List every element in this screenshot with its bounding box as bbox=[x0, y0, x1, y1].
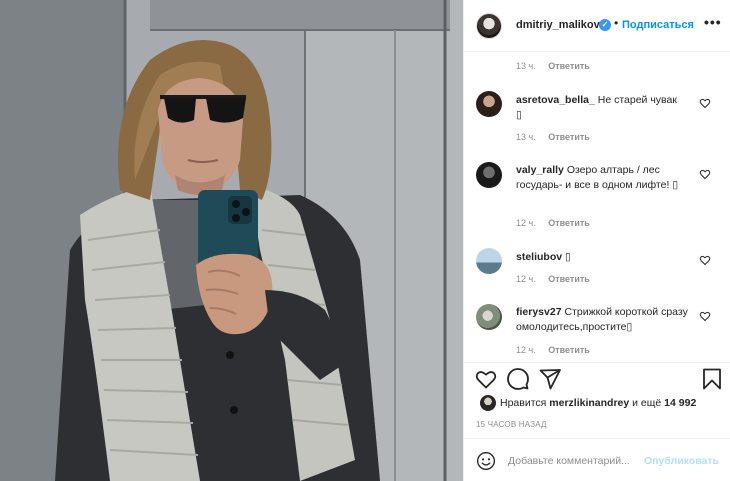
comment-time: 12 ч. bbox=[516, 218, 536, 228]
share-icon[interactable] bbox=[538, 367, 562, 391]
commenter-username[interactable]: asretova_bella_ bbox=[516, 94, 595, 106]
comment-meta: 12 ч. Ответить bbox=[516, 345, 590, 355]
comment-time: 12 ч. bbox=[516, 274, 536, 284]
commenter-username[interactable]: fierysv27 bbox=[516, 306, 562, 318]
comments-list[interactable]: 13 ч. Ответить asretova_bella_ Не старей… bbox=[464, 52, 730, 362]
comment-time: 12 ч. bbox=[516, 345, 536, 355]
reply-button[interactable]: Ответить bbox=[548, 274, 590, 284]
heart-icon[interactable] bbox=[474, 367, 498, 391]
liker-username[interactable]: merzlikinandrey bbox=[549, 397, 629, 409]
like-comment-heart-icon[interactable] bbox=[699, 168, 711, 180]
comment-meta: 12 ч. Ответить bbox=[516, 274, 590, 284]
commenter-avatar[interactable] bbox=[476, 91, 502, 117]
reply-button[interactable]: Ответить bbox=[548, 61, 590, 71]
emoji-icon[interactable] bbox=[476, 451, 496, 471]
post-sidebar: dmitriy_malikov ✓ • Подписаться ••• 13 ч… bbox=[463, 0, 730, 481]
likes-and-more: и ещё bbox=[632, 397, 662, 409]
commenter-username[interactable]: valy_rally bbox=[516, 164, 564, 176]
follow-button[interactable]: Подписаться bbox=[622, 19, 694, 31]
like-comment-heart-icon[interactable] bbox=[699, 97, 711, 109]
comment-input[interactable] bbox=[508, 452, 638, 470]
post-header: dmitriy_malikov ✓ • Подписаться ••• bbox=[464, 0, 730, 52]
comment-emoji: ▯ bbox=[565, 251, 571, 263]
reply-button[interactable]: Ответить bbox=[548, 218, 590, 228]
comment-text: valy_rally Озеро алтарь / лес государь- … bbox=[516, 163, 696, 193]
likes-count[interactable]: 14 992 bbox=[664, 397, 696, 409]
post-timestamp[interactable]: 15 ЧАСОВ НАЗАД bbox=[476, 420, 547, 429]
comment-meta: 13 ч. Ответить bbox=[516, 132, 590, 142]
comment-text: fierysv27 Стрижкой короткой сразу омолод… bbox=[516, 305, 696, 335]
like-comment-heart-icon[interactable] bbox=[699, 254, 711, 266]
reply-button[interactable]: Ответить bbox=[548, 345, 590, 355]
comment-time: 13 ч. bbox=[516, 132, 536, 142]
comment-emoji: ▯ bbox=[626, 321, 633, 333]
bookmark-icon[interactable] bbox=[700, 367, 724, 391]
post-photo[interactable] bbox=[0, 0, 463, 481]
reply-button[interactable]: Ответить bbox=[548, 132, 590, 142]
photo-illustration bbox=[0, 0, 463, 481]
post-actions bbox=[464, 362, 730, 394]
comment-text: asretova_bella_ Не старей чувак ▯ bbox=[516, 93, 696, 123]
author-username[interactable]: dmitriy_malikov bbox=[516, 19, 600, 31]
comment-emoji: ▯ bbox=[672, 179, 679, 191]
comment-meta: 12 ч. Ответить bbox=[516, 218, 590, 228]
comment-meta: 13 ч. Ответить bbox=[516, 61, 590, 71]
commenter-avatar[interactable] bbox=[476, 304, 502, 330]
comment-emoji: ▯ bbox=[516, 109, 522, 121]
comment-icon[interactable] bbox=[506, 367, 530, 391]
liker-avatar[interactable] bbox=[480, 395, 496, 411]
comment-text: steliubov ▯ bbox=[516, 250, 696, 265]
comment-body: Не старей чувак bbox=[597, 94, 677, 106]
comment-time: 13 ч. bbox=[516, 61, 536, 71]
more-icon[interactable]: ••• bbox=[704, 14, 722, 30]
like-comment-heart-icon[interactable] bbox=[699, 310, 711, 322]
verified-icon: ✓ bbox=[599, 19, 611, 31]
commenter-avatar[interactable] bbox=[476, 162, 502, 188]
commenter-username[interactable]: steliubov bbox=[516, 251, 562, 263]
commenter-avatar[interactable] bbox=[476, 248, 502, 274]
separator-dot: • bbox=[614, 16, 619, 30]
add-comment-bar: Опубликовать bbox=[464, 438, 730, 481]
publish-button[interactable]: Опубликовать bbox=[644, 455, 719, 467]
likes-text: Нравится merzlikinandrey и ещё 14 992 bbox=[500, 397, 696, 409]
author-avatar[interactable] bbox=[476, 13, 502, 39]
likes-prefix: Нравится bbox=[500, 397, 547, 409]
